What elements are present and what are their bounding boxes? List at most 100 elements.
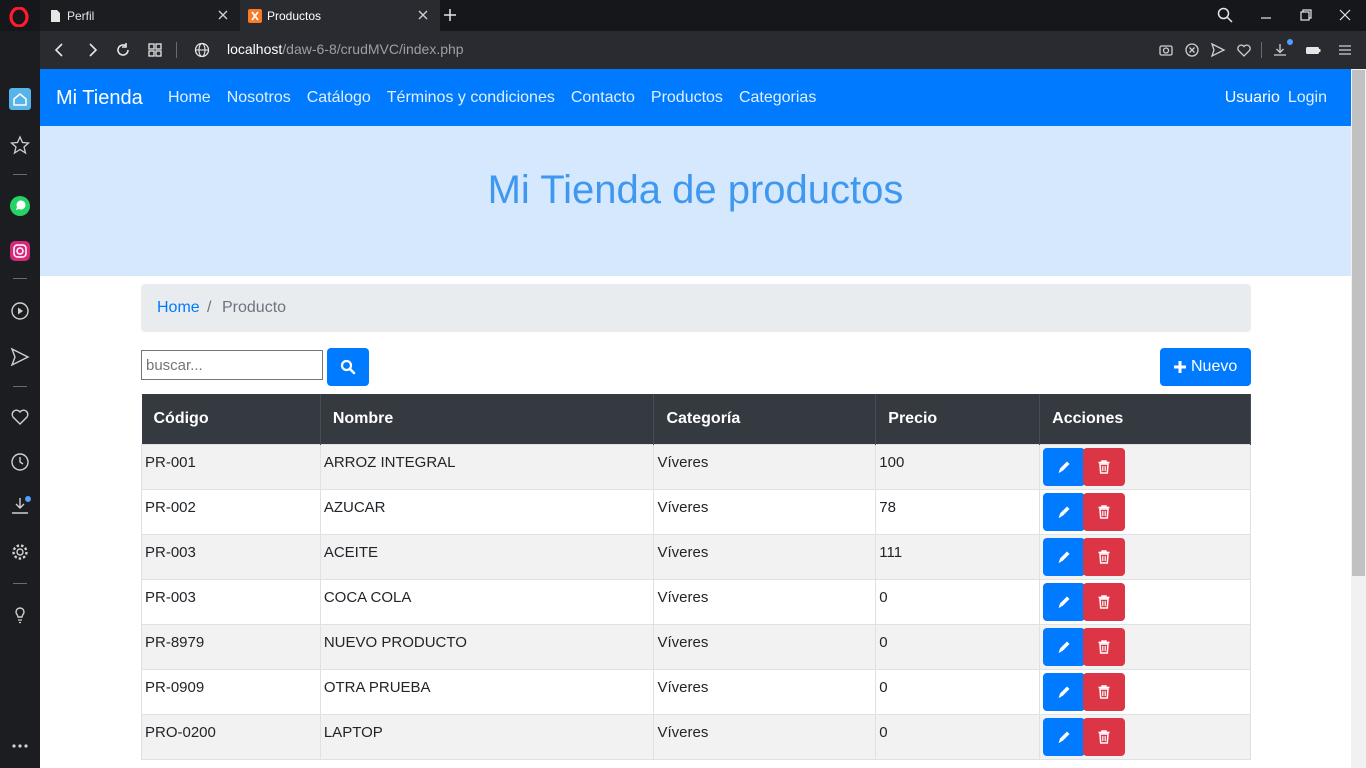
player-icon[interactable] bbox=[9, 300, 31, 322]
delete-button[interactable] bbox=[1083, 582, 1126, 621]
whatsapp-icon[interactable] bbox=[9, 195, 31, 217]
delete-button[interactable] bbox=[1083, 627, 1126, 666]
instagram-icon[interactable] bbox=[9, 240, 31, 262]
tab-grid-icon[interactable] bbox=[146, 41, 164, 59]
edit-button[interactable] bbox=[1043, 537, 1086, 576]
col-header-codigo: Código bbox=[141, 394, 321, 444]
nav-link-productos[interactable]: Productos bbox=[651, 89, 723, 107]
url-field[interactable]: localhost/daw-6-8/crudMVC/index.php bbox=[227, 41, 464, 57]
delete-button[interactable] bbox=[1083, 447, 1126, 486]
search-tabs-icon[interactable] bbox=[1216, 6, 1234, 24]
search-button[interactable] bbox=[327, 348, 369, 386]
cell-categoria: Víveres bbox=[653, 713, 877, 760]
url-path: /daw-6-8/crudMVC/index.php bbox=[282, 41, 464, 57]
notification-dot bbox=[25, 496, 31, 502]
back-icon[interactable] bbox=[51, 41, 69, 59]
edit-button[interactable] bbox=[1043, 717, 1086, 756]
heart-icon[interactable] bbox=[9, 406, 31, 428]
trash-icon bbox=[1098, 684, 1110, 699]
battery-icon[interactable] bbox=[1305, 42, 1321, 58]
tab-perfil[interactable]: Perfil bbox=[40, 0, 240, 31]
cell-acciones bbox=[1039, 578, 1251, 625]
forward-icon[interactable] bbox=[83, 41, 101, 59]
camera-icon[interactable] bbox=[1158, 42, 1174, 58]
trash-icon bbox=[1098, 549, 1110, 564]
nav-link-catalogo[interactable]: Catálogo bbox=[307, 89, 371, 107]
close-tab-icon[interactable] bbox=[216, 8, 230, 22]
cell-precio: 0 bbox=[875, 578, 1041, 625]
download-icon[interactable] bbox=[1272, 42, 1288, 58]
new-button-label: Nuevo bbox=[1191, 358, 1238, 375]
home-icon[interactable] bbox=[9, 88, 31, 110]
sidebar-divider bbox=[13, 278, 27, 279]
scrollbar-thumb[interactable] bbox=[1352, 70, 1365, 576]
cell-codigo: PR-003 bbox=[141, 533, 321, 580]
jumbotron: Mi Tienda de productos bbox=[40, 126, 1351, 276]
nav-link-nosotros[interactable]: Nosotros bbox=[227, 89, 291, 107]
heart-icon[interactable] bbox=[1236, 42, 1252, 58]
nav-link-categorias[interactable]: Categorias bbox=[739, 89, 816, 107]
cell-categoria: Víveres bbox=[653, 668, 877, 715]
cell-codigo: PR-001 bbox=[141, 443, 321, 490]
close-window-icon[interactable] bbox=[1336, 6, 1354, 24]
new-product-button[interactable]: Nuevo bbox=[1160, 348, 1251, 386]
opera-logo-icon[interactable] bbox=[9, 7, 29, 27]
edit-button[interactable] bbox=[1043, 492, 1086, 531]
nav-link-home[interactable]: Home bbox=[168, 89, 211, 107]
search-input[interactable] bbox=[141, 350, 323, 380]
divider bbox=[176, 42, 177, 58]
sidebar-divider bbox=[13, 583, 27, 584]
trash-icon bbox=[1098, 594, 1110, 609]
table-row: PR-8979 NUEVO PRODUCTO Víveres 0 bbox=[141, 623, 1251, 670]
easy-setup-icon[interactable] bbox=[1337, 42, 1353, 58]
url-host: localhost bbox=[227, 41, 283, 57]
nav-link-terminos[interactable]: Términos y condiciones bbox=[387, 89, 555, 107]
cell-codigo: PR-002 bbox=[141, 488, 321, 535]
breadcrumb-home-link[interactable]: Home bbox=[157, 299, 200, 317]
delete-button[interactable] bbox=[1083, 537, 1126, 576]
col-header-precio: Precio bbox=[875, 394, 1041, 444]
delete-button[interactable] bbox=[1083, 492, 1126, 531]
close-tab-icon[interactable] bbox=[416, 8, 430, 22]
trash-icon bbox=[1098, 459, 1110, 474]
breadcrumb-separator: / bbox=[207, 299, 212, 316]
reload-icon[interactable] bbox=[114, 41, 132, 59]
edit-button[interactable] bbox=[1043, 447, 1086, 486]
tab-productos[interactable]: Productos bbox=[240, 0, 440, 31]
cell-acciones bbox=[1039, 623, 1251, 670]
cell-precio: 111 bbox=[875, 533, 1041, 580]
restore-icon[interactable] bbox=[1297, 6, 1315, 24]
site-navbar: Mi Tienda Home Nosotros Catálogo Término… bbox=[40, 69, 1351, 126]
login-link[interactable]: Login bbox=[1288, 89, 1327, 107]
history-icon[interactable] bbox=[9, 451, 31, 473]
edit-pencil-icon bbox=[1058, 686, 1070, 698]
send-icon[interactable] bbox=[9, 346, 31, 368]
cell-codigo: PR-003 bbox=[141, 578, 321, 625]
nav-link-contacto[interactable]: Contacto bbox=[571, 89, 635, 107]
delete-button[interactable] bbox=[1083, 672, 1126, 711]
minimize-icon[interactable] bbox=[1257, 6, 1275, 24]
lightbulb-icon[interactable] bbox=[9, 603, 31, 625]
adblock-icon[interactable] bbox=[1184, 42, 1200, 58]
cell-precio: 78 bbox=[875, 488, 1041, 535]
edit-button[interactable] bbox=[1043, 672, 1086, 711]
col-header-categoria: Categoría bbox=[653, 394, 877, 444]
edit-button[interactable] bbox=[1043, 627, 1086, 666]
delete-button[interactable] bbox=[1083, 717, 1126, 756]
edit-pencil-icon bbox=[1058, 506, 1070, 518]
more-icon[interactable] bbox=[9, 735, 31, 757]
table-header-row: Código Nombre Categoría Precio Acciones bbox=[141, 394, 1251, 444]
table-row: PR-003 COCA COLA Víveres 0 bbox=[141, 578, 1251, 625]
speed-dial-icon[interactable] bbox=[9, 134, 31, 156]
cell-categoria: Víveres bbox=[653, 443, 877, 490]
send-icon[interactable] bbox=[1210, 42, 1226, 58]
new-tab-icon[interactable] bbox=[441, 6, 459, 24]
cell-acciones bbox=[1039, 533, 1251, 580]
table-row: PRO-0200 LAPTOP Víveres 0 bbox=[141, 713, 1251, 760]
cell-precio: 0 bbox=[875, 623, 1041, 670]
edit-button[interactable] bbox=[1043, 582, 1086, 621]
settings-gear-icon[interactable] bbox=[9, 541, 31, 563]
products-table: Código Nombre Categoría Precio Acciones … bbox=[141, 394, 1251, 760]
xampp-icon bbox=[248, 8, 262, 23]
brand-link[interactable]: Mi Tienda bbox=[56, 87, 143, 110]
